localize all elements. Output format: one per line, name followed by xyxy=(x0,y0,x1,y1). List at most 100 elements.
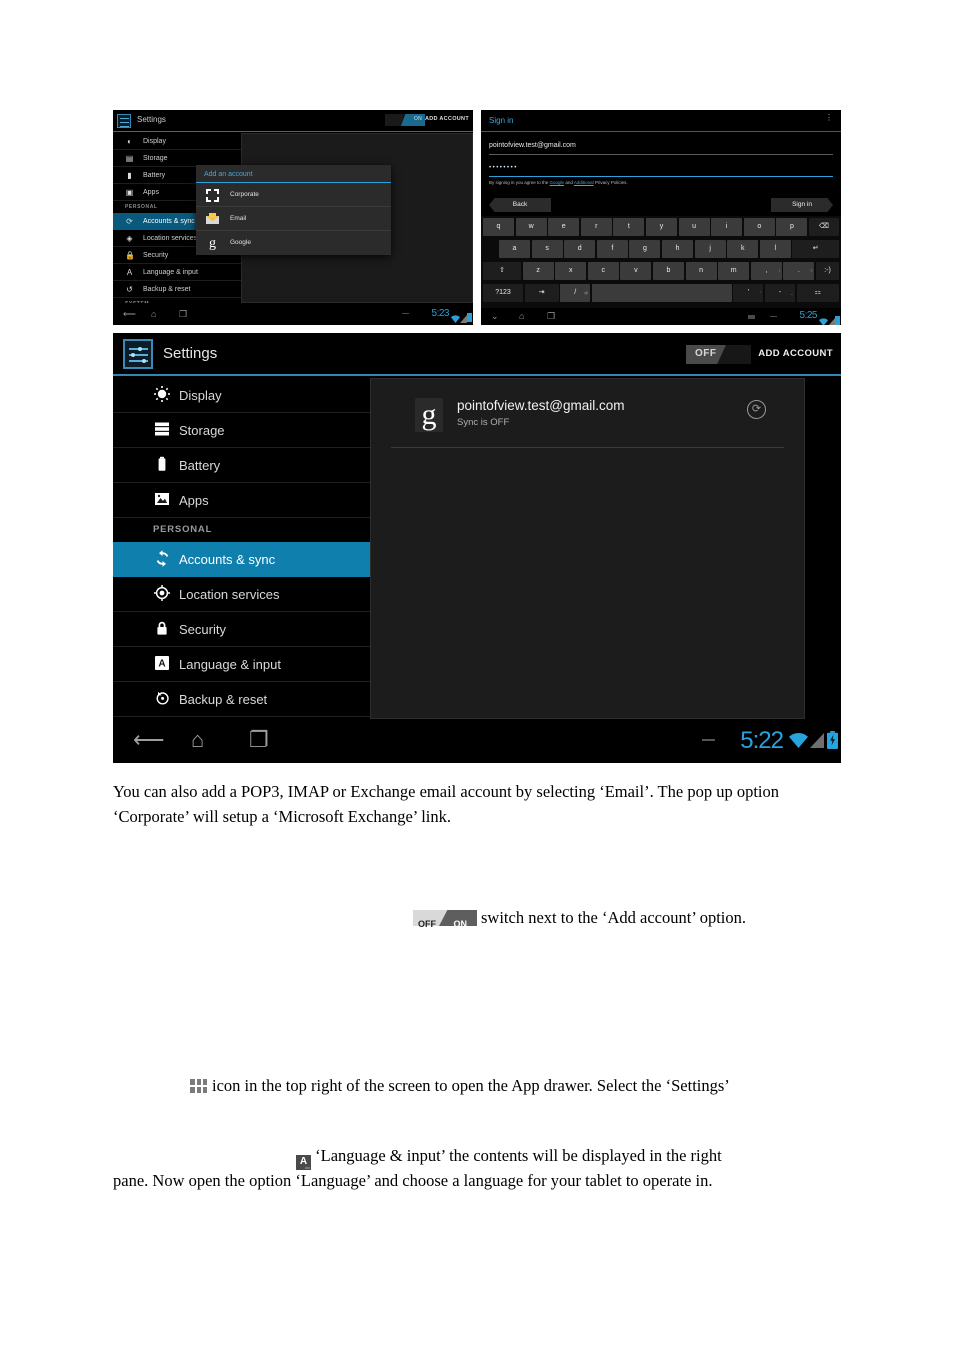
key-comma[interactable]: ,! xyxy=(750,262,782,280)
key-apostrophe[interactable]: ' " xyxy=(733,284,764,302)
home-icon[interactable]: ⌂ xyxy=(151,309,156,319)
account-email: pointofview.test@gmail.com xyxy=(457,398,625,413)
key-slash[interactable]: / @ xyxy=(560,284,591,302)
key-enter[interactable]: ↵ xyxy=(792,240,839,258)
notification-dash xyxy=(770,316,777,317)
key-r[interactable]: r xyxy=(580,218,612,236)
key-t[interactable]: t xyxy=(613,218,645,236)
accounts-sync-toggle[interactable]: OFF xyxy=(686,345,751,364)
sidebar-item-label: Language & input xyxy=(179,657,281,672)
keyboard-row-4: ?123 ⇥ / @ ' " - _ ⚏ xyxy=(481,282,841,304)
recents-icon[interactable]: ❐ xyxy=(249,727,269,753)
sidebar-item-display[interactable]: Display xyxy=(113,378,370,413)
sidebar-item-location-services[interactable]: Location services xyxy=(113,577,370,612)
key-b[interactable]: b xyxy=(653,262,684,280)
google-policy-link[interactable]: Google xyxy=(550,180,565,185)
key-w[interactable]: w xyxy=(515,218,547,236)
key-l[interactable]: l xyxy=(759,240,791,258)
back-button[interactable]: Back xyxy=(489,198,551,212)
sidebar-item-backup-reset[interactable]: Backup & reset xyxy=(113,682,370,717)
key-o[interactable]: o xyxy=(743,218,775,236)
key-u[interactable]: u xyxy=(678,218,710,236)
key-i[interactable]: i xyxy=(711,218,743,236)
key-backspace[interactable]: ⌫ xyxy=(809,218,839,236)
key-v[interactable]: v xyxy=(620,262,652,280)
sidebar-item-battery[interactable]: Battery xyxy=(113,448,370,483)
key-m[interactable]: m xyxy=(718,262,750,280)
sidebar-item-label: Location services xyxy=(179,587,280,602)
key-period[interactable]: .? xyxy=(783,262,815,280)
sidebar-item-backup-reset[interactable]: ↺ Backup & reset xyxy=(113,281,241,298)
sidebar-item-label: Security xyxy=(179,622,226,637)
key-y[interactable]: y xyxy=(646,218,677,236)
keyboard-status-icon xyxy=(748,315,755,319)
dialog-option-corporate[interactable]: Corporate xyxy=(196,183,391,207)
key-n[interactable]: n xyxy=(685,262,717,280)
key-c[interactable]: c xyxy=(587,262,619,280)
back-icon[interactable]: ⟵ xyxy=(123,309,136,320)
status-clock: 5:25 xyxy=(799,310,818,321)
keyboard-row-2: a s d f g h j k l ↵ xyxy=(481,238,841,260)
home-icon[interactable]: ⌂ xyxy=(519,311,524,321)
key-z[interactable]: z xyxy=(522,262,554,280)
key-j[interactable]: j xyxy=(694,240,726,258)
email-field[interactable]: pointofview.test@gmail.com xyxy=(489,135,833,155)
key-superscript: ! xyxy=(778,268,780,273)
sidebar-item-security[interactable]: Security xyxy=(113,612,370,647)
recents-icon[interactable]: ❐ xyxy=(547,311,555,322)
key-q[interactable]: q xyxy=(483,218,514,236)
recents-icon[interactable]: ❐ xyxy=(179,309,187,320)
language-icon: A xyxy=(126,268,133,277)
document-page: Settings ON ADD ACCOUNT ◐ Display ▤ Stor… xyxy=(0,0,954,1350)
key-x[interactable]: x xyxy=(555,262,587,280)
key-h[interactable]: h xyxy=(662,240,693,258)
sidebar-item-storage[interactable]: Storage xyxy=(113,413,370,448)
key-hyphen[interactable]: - _ xyxy=(765,284,795,302)
sidebar-item-language-input[interactable]: A Language & input xyxy=(113,264,241,281)
signin-header: Sign in ⋮ xyxy=(481,110,841,132)
back-icon[interactable]: ⟵ xyxy=(133,727,165,753)
key-p[interactable]: p xyxy=(776,218,808,236)
sidebar-item-label: Backup & reset xyxy=(179,692,268,707)
sidebar-item-display[interactable]: ◐ Display xyxy=(113,133,241,150)
status-clock: 5:22 xyxy=(740,727,784,754)
sidebar-item-accounts-sync[interactable]: Accounts & sync xyxy=(113,542,370,577)
additional-policy-link[interactable]: Additional xyxy=(574,180,594,185)
key-s[interactable]: s xyxy=(531,240,563,258)
inline-switch-off-label: OFF xyxy=(418,919,436,929)
dialog-option-email[interactable]: Email xyxy=(196,207,391,231)
language-icon: A xyxy=(153,655,171,673)
key-d[interactable]: d xyxy=(564,240,596,258)
overflow-menu-icon[interactable]: ⋮ xyxy=(825,114,833,122)
key-space[interactable] xyxy=(591,284,732,302)
sidebar-item-apps[interactable]: Apps xyxy=(113,483,370,518)
paragraph-toggle-switch: OFF ON switch next to the ‘Add account’ … xyxy=(413,905,843,930)
signin-button[interactable]: Sign in xyxy=(771,198,833,212)
key-shift[interactable]: ⇧ xyxy=(483,262,521,280)
accounts-sync-toggle[interactable]: ON xyxy=(385,114,425,126)
key-superscript: _ xyxy=(790,290,793,295)
add-account-button[interactable]: ADD ACCOUNT xyxy=(425,116,469,122)
key-tab[interactable]: ⇥ xyxy=(524,284,559,302)
add-account-button[interactable]: ADD ACCOUNT xyxy=(758,348,833,359)
dialog-option-label: Corporate xyxy=(230,191,259,198)
legal-mid: and xyxy=(564,180,574,185)
key-g[interactable]: g xyxy=(629,240,661,258)
key-k[interactable]: k xyxy=(727,240,759,258)
key-symbols[interactable]: ?123 xyxy=(483,284,523,302)
home-icon[interactable]: ⌂ xyxy=(191,727,204,753)
sync-circle-icon[interactable]: ⟳ xyxy=(747,400,766,419)
key-f[interactable]: f xyxy=(596,240,628,258)
sidebar-item-label: Display xyxy=(179,388,222,403)
sidebar-item-language-input[interactable]: A Language & input xyxy=(113,647,370,682)
dialog-option-google[interactable]: g Google xyxy=(196,231,391,255)
legal-suffix: Privacy Policies. xyxy=(593,180,628,185)
account-row[interactable]: g pointofview.test@gmail.com Sync is OFF… xyxy=(391,396,784,448)
key-keyboard-settings[interactable]: ⚏ xyxy=(796,284,839,302)
key-e[interactable]: e xyxy=(548,218,580,236)
key-emoticon[interactable]: :-) xyxy=(816,262,839,280)
paragraph-language-input: A ‘Language & input’ the contents will b… xyxy=(296,1143,841,1170)
key-a[interactable]: a xyxy=(499,240,530,258)
hide-keyboard-icon[interactable]: ⌄ xyxy=(491,311,499,322)
password-field[interactable]: •••••••• xyxy=(489,157,833,177)
